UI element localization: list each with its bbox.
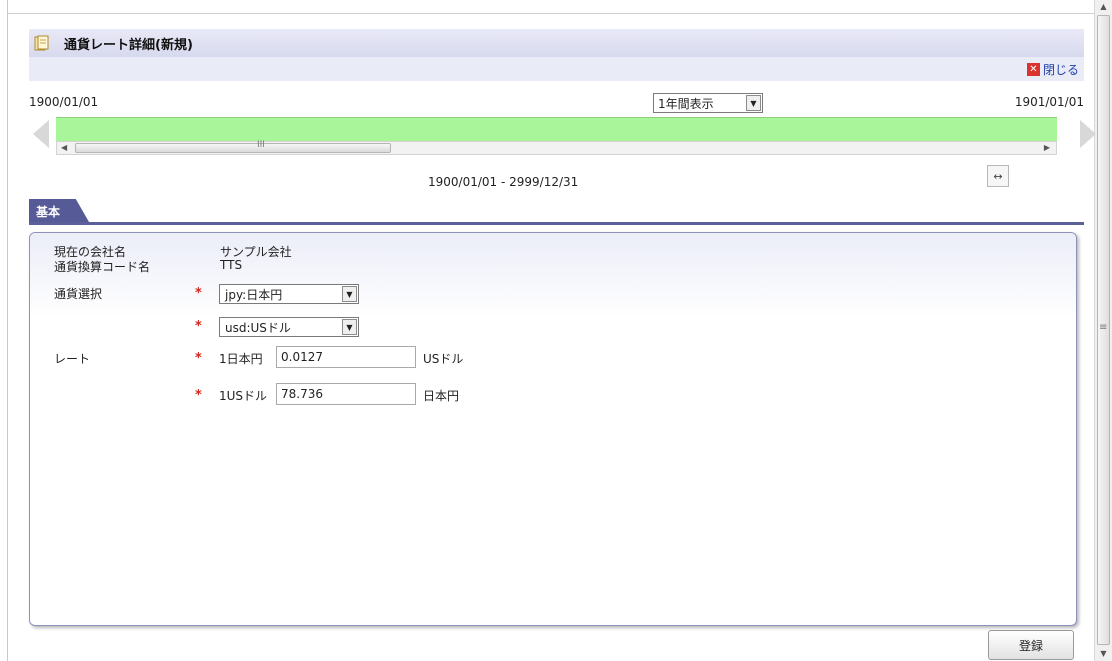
rate1-input[interactable]: 0.0127: [276, 346, 416, 368]
close-bar: ✕ 閉じる: [29, 57, 1084, 81]
rate2-prefix: 1USドル: [219, 389, 268, 403]
required-mark: *: [195, 319, 202, 334]
timeline-start-date: 1900/01/01: [29, 95, 99, 109]
currency-from-value: jpy:日本円: [225, 287, 283, 302]
rate-label: レート: [54, 352, 91, 366]
rate2-input[interactable]: 78.736: [276, 383, 416, 405]
close-x-icon: ✕: [1026, 62, 1040, 76]
folder-doc-icon: [34, 35, 49, 51]
scroll-down-icon[interactable]: ▼: [1095, 647, 1112, 661]
rate1-prefix: 1日本円: [219, 352, 263, 366]
expand-horizontal-icon[interactable]: ↔: [987, 165, 1009, 187]
scroll-left-icon[interactable]: ◀: [61, 142, 67, 154]
timeline-next-icon[interactable]: [1080, 120, 1096, 148]
timeline-end-date: 1901/01/01: [1014, 95, 1084, 109]
currency-select-label: 通貨選択: [54, 287, 103, 301]
timeline-header: 1900/01/01 1年間表示 ▼ 1901/01/01: [29, 93, 1084, 115]
conversion-code-value: TTS: [220, 258, 243, 272]
close-button[interactable]: ✕ 閉じる: [1026, 61, 1079, 78]
register-button[interactable]: 登録: [988, 630, 1074, 660]
title-bar: 通貨レート詳細(新規): [29, 29, 1084, 57]
close-label: 閉じる: [1042, 62, 1079, 77]
period-range-label: 1900/01/01 - 2999/12/31: [428, 175, 579, 189]
conversion-code-label: 通貨換算コード名: [54, 260, 151, 274]
tab-basic[interactable]: 基本: [29, 199, 89, 222]
timeline-prev-icon[interactable]: [33, 120, 49, 148]
currency-to-select[interactable]: usd:USドル ▼: [219, 317, 359, 337]
timeline-scroll-thumb[interactable]: [75, 143, 391, 153]
required-mark: *: [195, 286, 202, 301]
page-content: 通貨レート詳細(新規) ✕ 閉じる 1900/01/01 1年間表示 ▼ 190…: [29, 29, 1096, 660]
currency-to-value: usd:USドル: [225, 320, 291, 335]
timeline: ◀ III ▶: [29, 117, 1096, 155]
panel-header-band: [30, 233, 1076, 317]
left-frame-border: [0, 0, 8, 661]
rate2-unit: 日本円: [423, 389, 460, 403]
timeline-scrollbar[interactable]: ◀ III ▶: [56, 140, 1057, 155]
currency-from-select[interactable]: jpy:日本円 ▼: [219, 284, 359, 304]
scroll-grip-icon: ≡: [1099, 322, 1108, 333]
required-mark: *: [195, 388, 202, 403]
page-title: 通貨レート詳細(新規): [64, 37, 193, 53]
display-range-value: 1年間表示: [658, 96, 714, 111]
vertical-scrollbar[interactable]: ▲ ≡ ▼: [1094, 0, 1112, 661]
tab-basic-label: 基本: [36, 205, 61, 219]
timeline-period-bar[interactable]: [56, 117, 1057, 141]
chevron-down-icon[interactable]: ▼: [342, 319, 357, 335]
chevron-down-icon[interactable]: ▼: [342, 286, 357, 302]
required-mark: *: [195, 351, 202, 366]
chevron-down-icon[interactable]: ▼: [746, 95, 761, 111]
rate1-unit: USドル: [423, 352, 464, 366]
display-range-select[interactable]: 1年間表示 ▼: [653, 93, 763, 113]
scroll-up-icon[interactable]: ▲: [1095, 0, 1112, 14]
detail-panel: 現在の会社名 サンプル会社 通貨換算コード名 TTS 通貨選択 * jpy:日本…: [29, 232, 1077, 626]
scroll-right-icon[interactable]: ▶: [1044, 142, 1050, 154]
tab-bar: 基本: [29, 195, 1084, 225]
scroll-grip-label: III: [257, 140, 265, 150]
top-frame-border: [8, 0, 1094, 14]
